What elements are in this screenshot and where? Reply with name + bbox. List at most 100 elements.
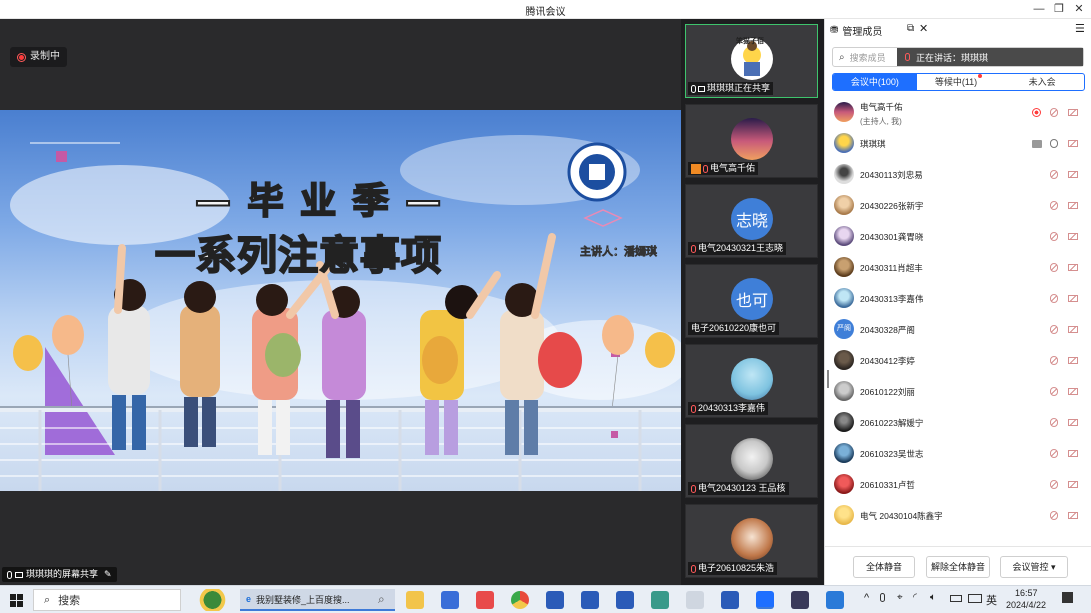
- location-icon[interactable]: ⌖: [897, 592, 903, 603]
- list-item[interactable]: 20610223解媛宁: [825, 407, 1091, 438]
- camera-off-icon[interactable]: [1068, 171, 1078, 178]
- bug-icon[interactable]: [686, 591, 704, 609]
- avatar: 志晓: [731, 198, 773, 240]
- microphone-muted-icon[interactable]: [1050, 232, 1058, 241]
- file-explorer-icon[interactable]: [406, 591, 424, 609]
- thumbnail-participant[interactable]: 志晓 电气20430321王志晓: [685, 184, 818, 258]
- camera-off-icon[interactable]: [1068, 512, 1078, 519]
- microphone-muted-icon[interactable]: [1050, 387, 1058, 396]
- camera-off-icon[interactable]: [1068, 202, 1078, 209]
- dev-tool-icon[interactable]: [791, 591, 809, 609]
- list-item[interactable]: 严阁 20430328严阁: [825, 314, 1091, 345]
- list-item[interactable]: 20430226张新宇: [825, 190, 1091, 221]
- thumbnail-sharer[interactable]: 笨猫子佰 琪琪琪正在共享: [685, 24, 818, 98]
- camera-off-icon[interactable]: [1068, 109, 1078, 116]
- wps-writer-icon[interactable]: [441, 591, 459, 609]
- camera-off-icon[interactable]: [1068, 419, 1078, 426]
- camera-off-icon[interactable]: [1068, 388, 1078, 395]
- word-doc-icon[interactable]: [581, 591, 599, 609]
- thumbnail-host[interactable]: 电气高千佑: [685, 104, 818, 178]
- browser-tab-title: 我别墅装修_上百度搜...: [256, 594, 350, 605]
- close-button[interactable]: ✕: [1070, 2, 1088, 16]
- monitor-icon: [15, 571, 23, 578]
- avatar: [834, 195, 854, 215]
- word-icon-2[interactable]: [616, 591, 634, 609]
- camera-off-icon[interactable]: [1068, 481, 1078, 488]
- camera-off-icon[interactable]: [1068, 295, 1078, 302]
- word-doc-icon-2[interactable]: [721, 591, 739, 609]
- camera-off-icon[interactable]: [1068, 233, 1078, 240]
- camera-off-icon[interactable]: [1068, 326, 1078, 333]
- microphone-tray-icon[interactable]: [880, 593, 885, 602]
- tencent-meeting-icon[interactable]: [756, 591, 774, 609]
- member-name: 20610122刘丽: [860, 387, 915, 397]
- keyboard-icon[interactable]: [968, 594, 982, 603]
- list-item[interactable]: 20610331卢哲: [825, 469, 1091, 500]
- ime-indicator[interactable]: 英: [986, 592, 997, 608]
- screen-share-label[interactable]: 琪琪琪的屏幕共享 ✎: [2, 567, 117, 582]
- microphone-muted-icon[interactable]: [1050, 170, 1058, 179]
- close-panel-icon[interactable]: ✕: [919, 22, 928, 35]
- microphone-muted-icon[interactable]: [1050, 449, 1058, 458]
- microphone-muted-icon[interactable]: [1050, 325, 1058, 334]
- mute-all-button[interactable]: 全体静音: [853, 556, 915, 578]
- camera-off-icon[interactable]: [1068, 450, 1078, 457]
- thumbnail-participant[interactable]: 20430313李嘉伟: [685, 344, 818, 418]
- unmute-all-button[interactable]: 解除全体静音: [926, 556, 990, 578]
- chevron-up-icon[interactable]: ^: [864, 592, 869, 604]
- weather-icon[interactable]: [190, 589, 235, 611]
- recording-indicator[interactable]: 录制中: [10, 47, 67, 67]
- microphone-muted-icon[interactable]: [1050, 201, 1058, 210]
- camera-off-icon[interactable]: [1068, 140, 1078, 147]
- tab-waiting[interactable]: 等候中(11): [917, 74, 1001, 90]
- taskbar-search[interactable]: ⌕ 搜索: [33, 589, 181, 611]
- list-item[interactable]: 20430311肖超丰: [825, 252, 1091, 283]
- list-item[interactable]: 20610122刘丽: [825, 376, 1091, 407]
- tab-in-meeting[interactable]: 会议中(100): [833, 74, 917, 90]
- microphone-muted-icon[interactable]: [1050, 263, 1058, 272]
- word-icon[interactable]: [546, 591, 564, 609]
- list-item[interactable]: 琪琪琪: [825, 128, 1091, 159]
- list-item[interactable]: 20610323吴世志: [825, 438, 1091, 469]
- battery-icon[interactable]: [950, 595, 962, 602]
- list-item[interactable]: 20430412李婷: [825, 345, 1091, 376]
- wifi-icon[interactable]: ◜: [913, 592, 917, 603]
- microphone-muted-icon[interactable]: [1050, 511, 1058, 520]
- microphone-icon[interactable]: [1050, 139, 1058, 148]
- photos-icon[interactable]: [826, 591, 844, 609]
- taskbar-browser-tab[interactable]: e 我别墅装修_上百度搜...: [240, 589, 395, 611]
- microphone-muted-icon[interactable]: [1050, 480, 1058, 489]
- volume-icon[interactable]: 🔈︎: [930, 592, 936, 603]
- list-item[interactable]: 电气高千佑 (主持人, 我): [825, 97, 1091, 128]
- tab-not-joined[interactable]: 未入会: [1000, 74, 1084, 90]
- windows-start-icon[interactable]: [10, 594, 23, 607]
- clock-date[interactable]: 2024/4/22: [1006, 600, 1046, 610]
- popout-icon[interactable]: ⧉: [907, 23, 914, 34]
- camera-off-icon[interactable]: [1068, 264, 1078, 271]
- thumbnail-participant[interactable]: 电气20430123 王品核: [685, 424, 818, 498]
- microphone-muted-icon[interactable]: [1050, 294, 1058, 303]
- chrome-icon[interactable]: [511, 591, 529, 609]
- clock-time[interactable]: 16:57: [1015, 588, 1038, 598]
- list-item[interactable]: 电气 20430104陈鑫宇: [825, 500, 1091, 531]
- list-item[interactable]: 20430113刘忠易: [825, 159, 1091, 190]
- list-item[interactable]: 20430301龚胃晓: [825, 221, 1091, 252]
- pencil-icon[interactable]: ✎: [104, 567, 112, 582]
- thumbnail-participant[interactable]: 也可 电子20610220康也可: [685, 264, 818, 338]
- search-app-icon[interactable]: ⌕: [378, 592, 385, 607]
- microphone-muted-icon[interactable]: [1050, 418, 1058, 427]
- microphone-muted-icon[interactable]: [1050, 356, 1058, 365]
- member-name: 20610223解媛宁: [860, 418, 924, 428]
- wps-suite-icon[interactable]: [476, 591, 494, 609]
- list-item[interactable]: 20430313李嘉伟: [825, 283, 1091, 314]
- thumbnail-participant[interactable]: 电子20610825朱浩: [685, 504, 818, 578]
- restore-button[interactable]: ❐: [1050, 2, 1068, 16]
- record-icon: [1032, 108, 1041, 117]
- notification-icon[interactable]: [1062, 592, 1073, 603]
- image-viewer-icon[interactable]: [651, 591, 669, 609]
- microphone-muted-icon[interactable]: [1050, 108, 1058, 117]
- minimize-button[interactable]: —: [1030, 2, 1048, 16]
- camera-off-icon[interactable]: [1068, 357, 1078, 364]
- menu-icon[interactable]: ☰: [1075, 22, 1085, 35]
- meeting-control-button[interactable]: 会议管控 ▾: [1000, 556, 1068, 578]
